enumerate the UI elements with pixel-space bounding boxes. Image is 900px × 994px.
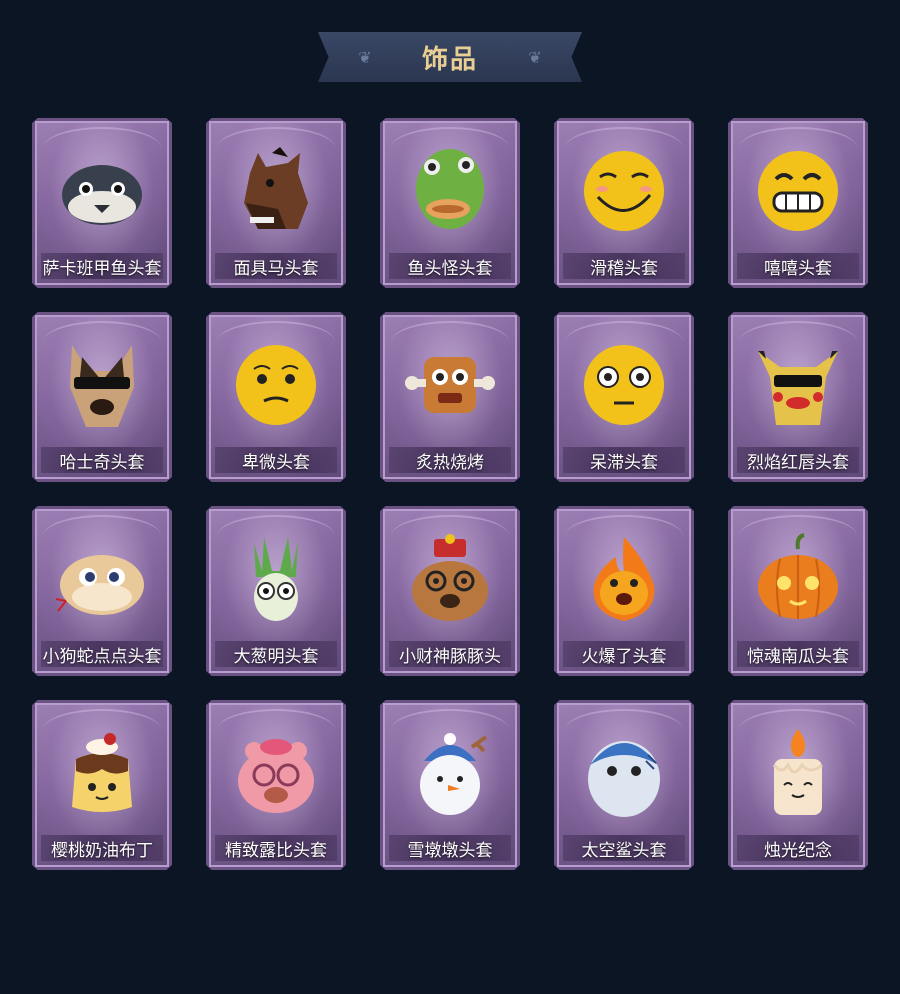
accessory-name: 卑微头套 — [242, 452, 310, 473]
pudding-icon — [54, 725, 150, 821]
card-label-bar: 大葱明头套 — [215, 641, 337, 667]
accessory-name: 嘻嘻头套 — [764, 258, 832, 279]
card-label-bar: 火爆了头套 — [563, 641, 685, 667]
card-label-bar: 烛光纪念 — [737, 835, 859, 861]
accessory-card[interactable]: 烛光纪念 — [728, 700, 868, 870]
accessory-card[interactable]: 烈焰红唇头套 — [728, 312, 868, 482]
accessory-card[interactable]: 樱桃奶油布丁 — [32, 700, 172, 870]
accessory-name: 大葱明头套 — [233, 646, 319, 667]
smirk-face-icon — [576, 143, 672, 239]
swirl-ornament-icon: ❦ — [528, 47, 542, 67]
dazed-face-icon — [576, 337, 672, 433]
accessory-card[interactable]: 雪墩墩头套 — [380, 700, 520, 870]
red-lips-icon — [750, 337, 846, 433]
accessory-card[interactable]: 大葱明头套 — [206, 506, 346, 676]
accessory-card[interactable]: 小财神豚豚头 — [380, 506, 520, 676]
accessory-name: 小财神豚豚头 — [399, 646, 501, 667]
accessory-card[interactable]: 萨卡班甲鱼头套 — [32, 118, 172, 288]
shark-icon — [576, 725, 672, 821]
accessory-card[interactable]: 鱼头怪头套 — [380, 118, 520, 288]
snake-icon — [54, 531, 150, 627]
accessory-card[interactable]: 滑稽头套 — [554, 118, 694, 288]
accessory-name: 樱桃奶油布丁 — [51, 840, 153, 861]
card-label-bar: 太空鲨头套 — [563, 835, 685, 861]
accessory-card[interactable]: 惊魂南瓜头套 — [728, 506, 868, 676]
accessory-card[interactable]: 火爆了头套 — [554, 506, 694, 676]
card-label-bar: 樱桃奶油布丁 — [41, 835, 163, 861]
accessory-name: 鱼头怪头套 — [407, 258, 493, 279]
card-label-bar: 面具马头套 — [215, 253, 337, 279]
scallion-icon — [228, 531, 324, 627]
accessory-card[interactable]: 卑微头套 — [206, 312, 346, 482]
accessory-name: 哈士奇头套 — [59, 452, 145, 473]
title-banner: ❦ 饰品 ❦ — [318, 32, 582, 82]
card-label-bar: 萨卡班甲鱼头套 — [41, 253, 163, 279]
accessory-card[interactable]: 呆滞头套 — [554, 312, 694, 482]
page-title: 饰品 — [421, 44, 478, 75]
card-label-bar: 小财神豚豚头 — [389, 641, 511, 667]
accessory-name: 面具马头套 — [233, 258, 319, 279]
card-label-bar: 滑稽头套 — [563, 253, 685, 279]
accessory-name: 惊魂南瓜头套 — [747, 646, 849, 667]
bbq-meat-icon — [402, 337, 498, 433]
accessory-card[interactable]: 哈士奇头套 — [32, 312, 172, 482]
pumpkin-icon — [750, 531, 846, 627]
capybara-icon — [402, 531, 498, 627]
beaver-icon — [228, 725, 324, 821]
fire-icon — [576, 531, 672, 627]
accessory-name: 萨卡班甲鱼头套 — [42, 258, 162, 279]
accessory-name: 烈焰红唇头套 — [747, 452, 849, 473]
horse-mask-icon — [228, 143, 324, 239]
card-label-bar: 精致露比头套 — [215, 835, 337, 861]
card-label-bar: 雪墩墩头套 — [389, 835, 511, 861]
accessory-card[interactable]: 太空鲨头套 — [554, 700, 694, 870]
card-label-bar: 嘻嘻头套 — [737, 253, 859, 279]
card-label-bar: 惊魂南瓜头套 — [737, 641, 859, 667]
fish-mask-icon — [54, 143, 150, 239]
accessory-name: 精致露比头套 — [225, 840, 327, 861]
accessory-card[interactable]: 小狗蛇点点头套 — [32, 506, 172, 676]
card-label-bar: 小狗蛇点点头套 — [41, 641, 163, 667]
accessory-name: 火爆了头套 — [581, 646, 667, 667]
husky-icon — [54, 337, 150, 433]
fish-head-icon — [402, 143, 498, 239]
grin-face-icon — [750, 143, 846, 239]
accessory-card[interactable]: 嘻嘻头套 — [728, 118, 868, 288]
card-label-bar: 鱼头怪头套 — [389, 253, 511, 279]
accessory-name: 雪墩墩头套 — [407, 840, 493, 861]
accessory-name: 小狗蛇点点头套 — [42, 646, 162, 667]
accessory-card[interactable]: 精致露比头套 — [206, 700, 346, 870]
card-label-bar: 呆滞头套 — [563, 447, 685, 473]
accessory-card[interactable]: 面具马头套 — [206, 118, 346, 288]
card-label-bar: 哈士奇头套 — [41, 447, 163, 473]
candle-icon — [750, 725, 846, 821]
accessory-name: 太空鲨头套 — [581, 840, 667, 861]
accessory-name: 呆滞头套 — [590, 452, 658, 473]
card-label-bar: 烈焰红唇头套 — [737, 447, 859, 473]
humble-face-icon — [228, 337, 324, 433]
snowman-icon — [402, 725, 498, 821]
card-label-bar: 卑微头套 — [215, 447, 337, 473]
accessory-name: 滑稽头套 — [590, 258, 658, 279]
swirl-ornament-icon: ❦ — [358, 47, 372, 67]
accessory-card[interactable]: 炙热烧烤 — [380, 312, 520, 482]
accessory-name: 烛光纪念 — [764, 840, 832, 861]
accessory-name: 炙热烧烤 — [416, 452, 484, 473]
accessory-grid: 萨卡班甲鱼头套 面具马头套 鱼头怪头套 滑稽头套 嘻嘻头套哈士奇头套 卑微头套 炙热烧烤 呆滞… — [32, 118, 868, 870]
card-label-bar: 炙热烧烤 — [389, 447, 511, 473]
